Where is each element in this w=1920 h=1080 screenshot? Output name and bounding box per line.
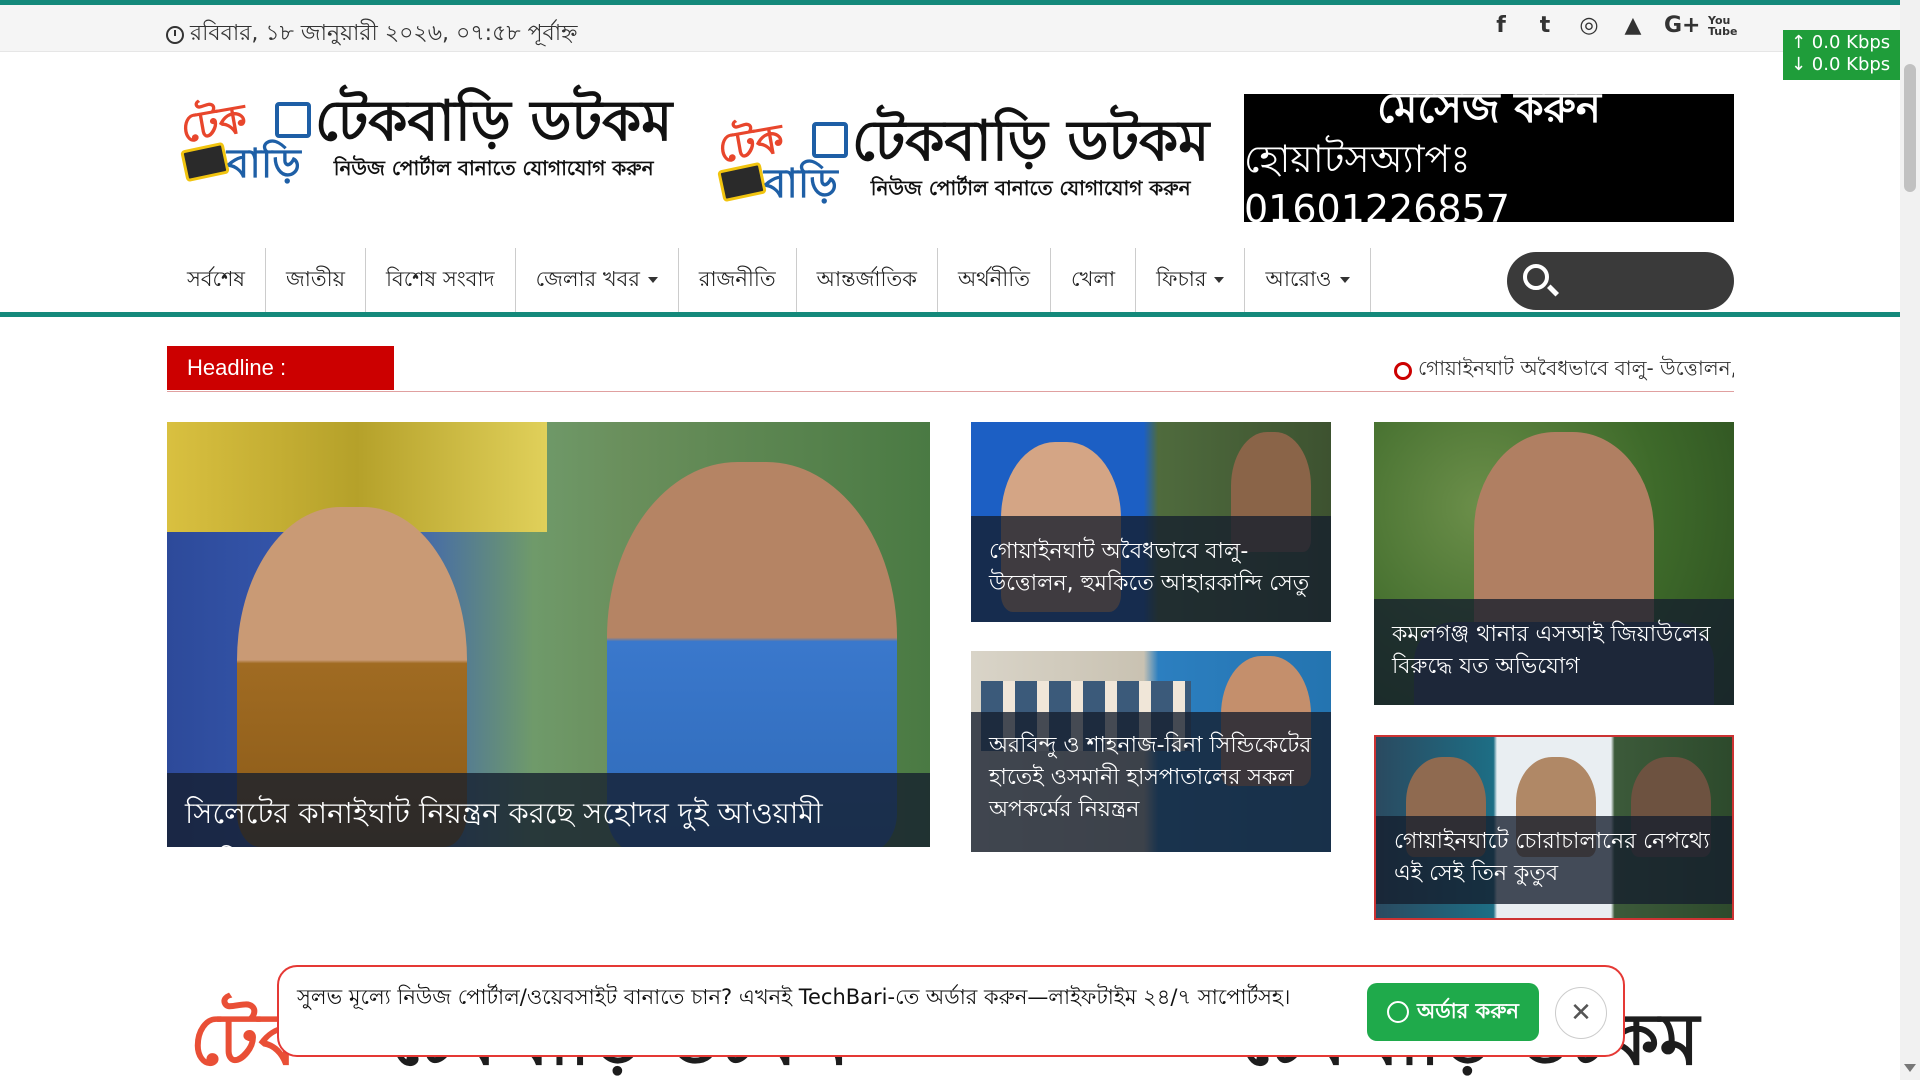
search-input[interactable] <box>1507 252 1734 310</box>
nav-divider <box>0 312 1900 317</box>
popup-message: সুলভ মূল্যে নিউজ পোর্টাল/ওয়েবসাইট বানাত… <box>297 985 1291 1009</box>
news-title: অরবিন্দু ও শাহনাজ-রিনা সিন্ডিকেটের হাতেই… <box>971 712 1331 852</box>
logo-subtitle: নিউজ পোর্টাল বানাতে যোগাযোগ করুন <box>870 175 1191 200</box>
scrollbar-thumb[interactable] <box>1904 64 1916 192</box>
logo-title: টেকবাড়ি ডটকম <box>852 108 1210 174</box>
date-text: রবিবার, ১৮ জানুয়ারী ২০২৬, ০৭:৫৮ পূর্বাহ… <box>190 21 578 46</box>
page: রবিবার, ১৮ জানুয়ারী ২০২৬, ০৭:৫৮ পূর্বাহ… <box>0 0 1920 1080</box>
upload-speed: ↑ 0.0 Kbps <box>1791 32 1891 53</box>
news-card-mid1[interactable]: গোয়াইনঘাট অবৈধভাবে বালু- উত্তোলন, হুমকি… <box>971 422 1331 622</box>
news-card-right2[interactable]: গোয়াইনঘাটে চোরাচালানের নেপথ্যে এই সেই ত… <box>1374 735 1734 920</box>
whatsapp-icon <box>1387 1001 1410 1023</box>
chevron-down-icon <box>1214 277 1225 283</box>
top-bar: রবিবার, ১৮ জানুয়ারী ২০২৬, ০৭:৫৮ পূর্বাহ… <box>0 5 1900 52</box>
ad-line2: হোয়াটসঅ্যাপঃ 01601226857 <box>1244 137 1510 231</box>
nav-item-latest[interactable]: সর্বশেষ <box>167 248 267 312</box>
close-icon: ✕ <box>1570 998 1592 1028</box>
instagram-icon[interactable]: ◎ <box>1576 13 1602 38</box>
clock-icon <box>166 25 184 44</box>
whatsapp-ad-banner[interactable]: মেসেজ করুন হোয়াটসঅ্যাপঃ 01601226857 <box>1244 83 1734 231</box>
order-popup: সুলভ মূল্যে নিউজ পোর্টাল/ওয়েবসাইট বানাত… <box>277 965 1625 1057</box>
nav-item-sports[interactable]: খেলা <box>1051 248 1137 312</box>
nav-item-special-news[interactable]: বিশেষ সংবাদ <box>366 248 516 312</box>
news-title: সিলেটের কানাইঘাট নিয়ন্ত্রন করছে সহোদর দ… <box>167 773 930 847</box>
news-title: কমলগঞ্জ থানার এসআই জিয়াউলের বিরুদ্ধে যত… <box>1374 599 1734 705</box>
chevron-down-icon <box>647 277 658 283</box>
nav-item-economy[interactable]: অর্থনীতি <box>938 248 1052 312</box>
facebook-icon[interactable]: f <box>1488 13 1514 38</box>
date-display: রবিবার, ১৮ জানুয়ারী ২০২৬, ০৭:৫৮ পূর্বাহ… <box>166 16 578 53</box>
social-links: f t ◎ ▲ G+ You Tube <box>1488 13 1737 38</box>
scroll-down-icon[interactable] <box>1904 1064 1916 1072</box>
nav-item-international[interactable]: আন্তর্জাতিক <box>797 248 938 312</box>
site-logo[interactable]: টেক বাড়ি টেকবাড়ি ডটকম নিউজ পোর্টাল বান… <box>175 88 672 188</box>
news-card-right1[interactable]: কমলগঞ্জ থানার এসআই জিয়াউলের বিরুদ্ধে যত… <box>1374 422 1734 705</box>
download-speed: ↓ 0.0 Kbps <box>1791 54 1891 75</box>
twitter-icon[interactable]: t <box>1532 13 1558 38</box>
nav-item-national[interactable]: জাতীয় <box>266 248 367 312</box>
chevron-down-icon <box>1339 277 1350 283</box>
ticker-label: Headline : <box>167 346 394 390</box>
youtube-icon[interactable]: You Tube <box>1708 15 1737 37</box>
nav-item-politics[interactable]: রাজনীতি <box>679 248 797 312</box>
page-scrollbar[interactable] <box>1900 0 1920 1080</box>
news-card-main[interactable]: সিলেটের কানাইঘাট নিয়ন্ত্রন করছে সহোদর দ… <box>167 422 930 847</box>
close-button[interactable]: ✕ <box>1555 987 1607 1039</box>
logo-title: টেকবাড়ি ডটকম <box>315 88 673 154</box>
android-icon[interactable]: ▲ <box>1620 13 1646 38</box>
nav-item-more[interactable]: আরোও <box>1245 248 1371 312</box>
logo-mark-icon: টেক বাড়ি <box>712 108 852 208</box>
headline-ticker: Headline : গোয়াইনঘাট অবৈধভাবে বালু- উত্… <box>167 346 1734 392</box>
nav-item-feature[interactable]: ফিচার <box>1136 248 1246 312</box>
header-logo-banner[interactable]: টেক বাড়ি টেকবাড়ি ডটকম নিউজ পোর্টাল বান… <box>712 108 1209 208</box>
main-nav: সর্বশেষ জাতীয় বিশেষ সংবাদ জেলার খবর রাজ… <box>167 248 1371 312</box>
order-button[interactable]: অর্ডার করুন <box>1367 983 1539 1041</box>
nav-item-district-news[interactable]: জেলার খবর <box>516 248 679 312</box>
news-card-mid2[interactable]: অরবিন্দু ও শাহনাজ-রিনা সিন্ডিকেটের হাতেই… <box>971 651 1331 852</box>
ticker-item[interactable]: গোয়াইনঘাট অবৈধভাবে বালু- উত্তোলন, হুমকি… <box>1394 354 1734 387</box>
google-plus-icon[interactable]: G+ <box>1664 13 1701 38</box>
search-icon[interactable] <box>1523 264 1549 290</box>
news-title: গোয়াইনঘাট অবৈধভাবে বালু- উত্তোলন, হুমকি… <box>971 516 1331 622</box>
ad-line1: মেসেজ করুন <box>1377 83 1601 132</box>
logo-subtitle: নিউজ পোর্টাল বানাতে যোগাযোগ করুন <box>333 155 654 180</box>
logo-mark-icon: টেক বাড়ি <box>175 88 315 188</box>
circle-bullet-icon <box>1394 361 1412 380</box>
news-title: গোয়াইনঘাটে চোরাচালানের নেপথ্যে এই সেই ত… <box>1376 816 1732 904</box>
